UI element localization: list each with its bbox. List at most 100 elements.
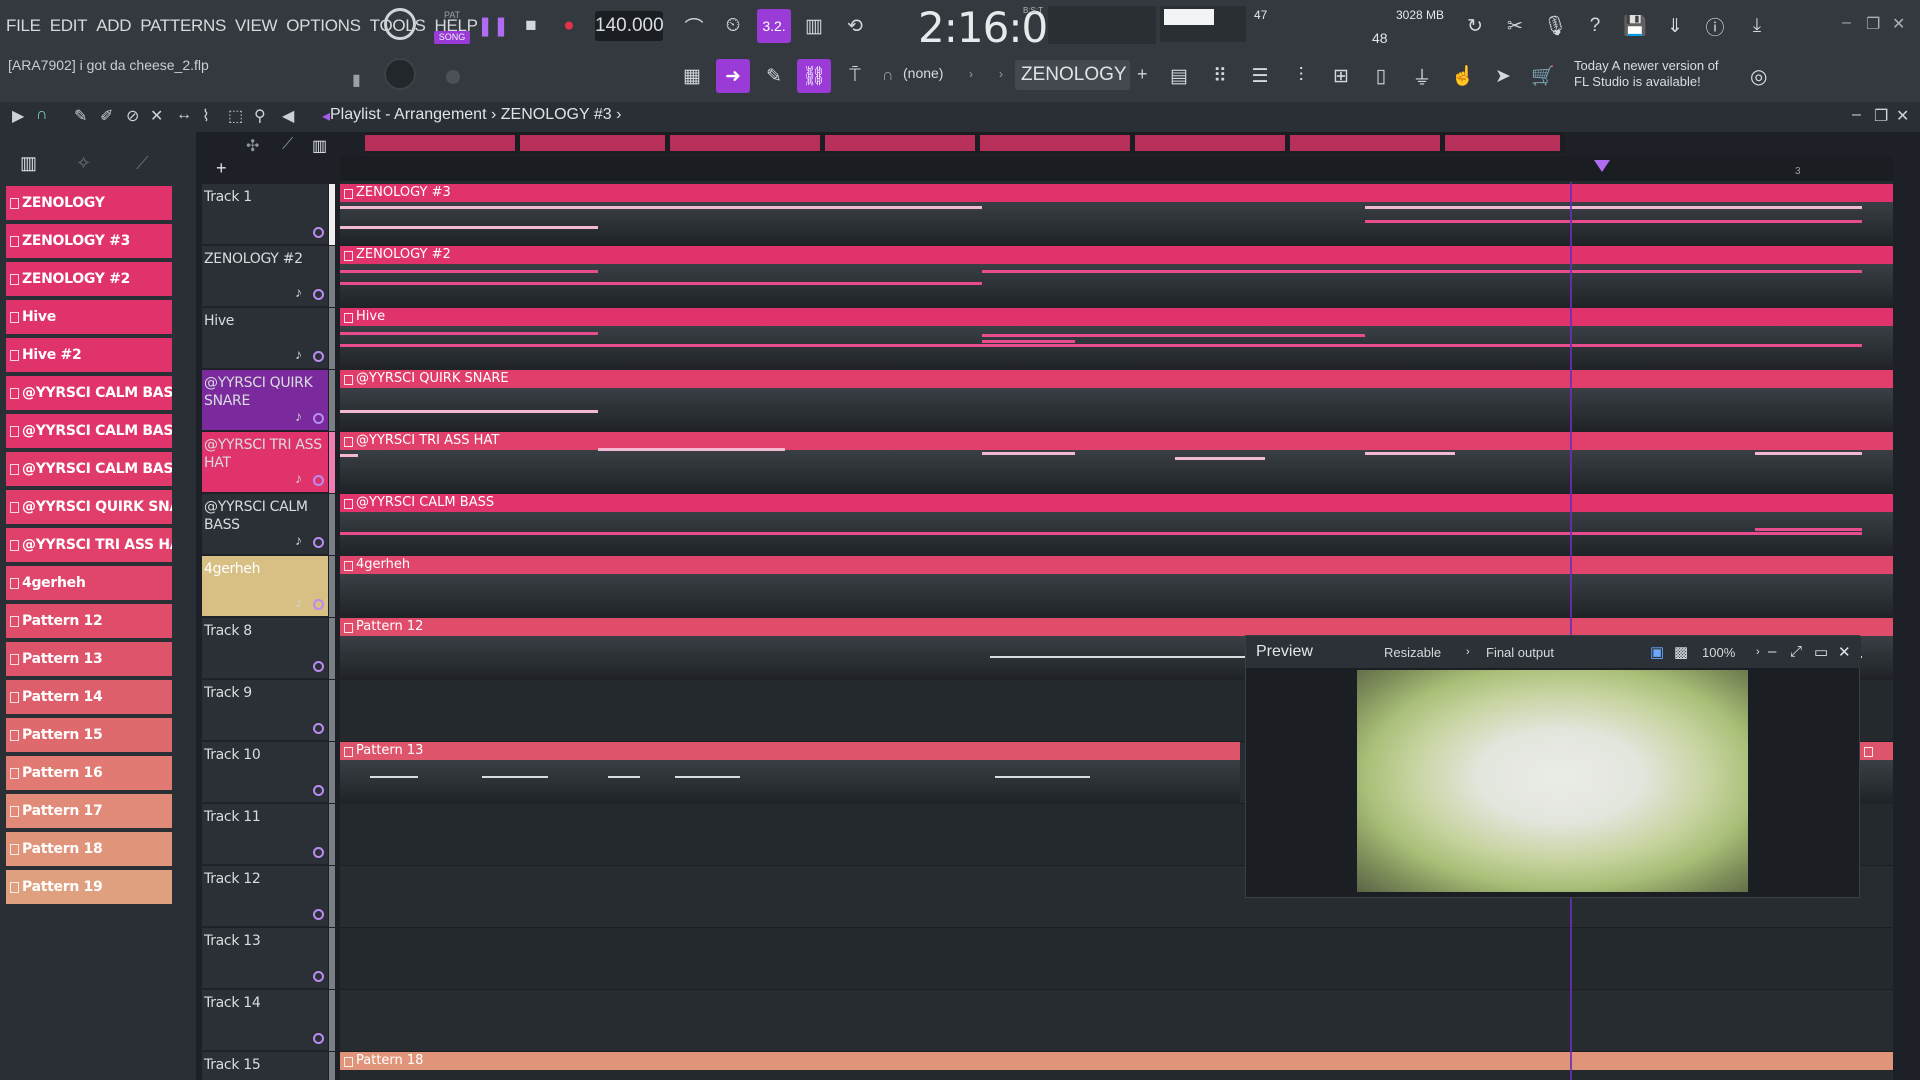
preview-titlebar[interactable]: Preview Resizable › Final output ▣ ▩ 100… [1246, 636, 1861, 668]
channel-rack-button[interactable]: ⠿ [1203, 59, 1237, 93]
menu-file[interactable]: FILE [6, 16, 41, 36]
track-resize-handle[interactable] [329, 804, 335, 865]
master-volume-knob[interactable] [384, 8, 416, 40]
checker-icon[interactable]: ▩ [1674, 643, 1688, 661]
track-header[interactable]: 4gerheh ♪ [202, 556, 335, 617]
picker-item[interactable]: Pattern 19 [6, 870, 172, 904]
shop-button[interactable]: 🛒 [1526, 59, 1560, 93]
close-icon[interactable]: ✕ [1838, 643, 1851, 661]
menu-options[interactable]: OPTIONS [286, 16, 361, 36]
track-header[interactable]: Track 13 [202, 928, 335, 989]
close-icon[interactable]: ✕ [1896, 106, 1909, 126]
picker-item[interactable]: Pattern 13 [6, 642, 172, 676]
close-icon[interactable]: ✕ [1892, 14, 1905, 34]
snap-select[interactable]: (none) [903, 65, 943, 81]
pat-song-toggle[interactable]: PAT SONG [432, 6, 472, 46]
record-button[interactable]: ● [552, 9, 586, 43]
track-resize-handle[interactable] [329, 494, 335, 555]
pattern-clip[interactable]: @YYRSCI QUIRK SNARE [340, 370, 1893, 432]
add-track-icon[interactable]: + [216, 158, 227, 179]
share-button[interactable]: ➤ [1486, 59, 1520, 93]
slip-icon[interactable]: ↔ [176, 106, 192, 124]
pattern-clip[interactable]: ZENOLOGY #2 [340, 246, 1893, 308]
track-lane[interactable]: @YYRSCI TRI ASS HAT [340, 432, 1893, 494]
menu-edit[interactable]: EDIT [50, 16, 88, 36]
news-panel[interactable]: Today A newer version of FL Studio is av… [1574, 58, 1744, 90]
track-resize-handle[interactable] [329, 1052, 335, 1080]
track-resize-handle[interactable] [329, 556, 335, 617]
picker-item[interactable]: @YYRSCI TRI ASS HAT [6, 528, 172, 562]
pin-icon[interactable]: ▮ [352, 70, 361, 90]
stamp-button[interactable]: ⍑ [838, 59, 872, 93]
loop-record-button[interactable]: ⟲ [838, 9, 872, 43]
pattern-clip[interactable]: ZENOLOGY #3 [340, 184, 1893, 246]
picker-item[interactable]: ZENOLOGY #2 [6, 262, 172, 296]
pencil-mode-button[interactable]: ✎ [757, 59, 791, 93]
track-resize-handle[interactable] [329, 184, 335, 245]
mute-indicator-icon[interactable] [313, 599, 324, 610]
preview-mode-select[interactable]: Resizable [1384, 645, 1441, 660]
lock-icon[interactable]: ▣ [1650, 643, 1664, 661]
preview-zoom[interactable]: 100% [1702, 645, 1735, 660]
track-header[interactable]: @YYRSCI TRI ASS HAT ♪ [202, 432, 335, 493]
track-resize-handle[interactable] [329, 246, 335, 307]
help-button[interactable]: ? [1578, 9, 1612, 43]
picker-item[interactable]: @YYRSCI CALM BASS #3 [6, 452, 172, 486]
cut-button[interactable]: ✂ [1498, 9, 1532, 43]
picker-item[interactable]: Hive [6, 300, 172, 334]
speaker-icon[interactable]: ◀ [282, 106, 294, 126]
plugin-button[interactable]: ⏚ [1405, 59, 1439, 93]
master-pitch-knob[interactable] [384, 58, 416, 90]
track-lane[interactable] [340, 928, 1893, 990]
timeline-overview[interactable] [365, 132, 1565, 154]
snap-button[interactable]: ➜ [716, 59, 750, 93]
pattern-clip[interactable]: Hive [340, 308, 1893, 370]
track-lane[interactable]: ZENOLOGY #3 [340, 184, 1893, 246]
mute-indicator-icon[interactable] [313, 785, 324, 796]
menu-patterns[interactable]: PATTERNS [140, 16, 226, 36]
track-header[interactable]: Track 1 [202, 184, 335, 245]
step-edit-button[interactable]: ▥ [797, 9, 831, 43]
restore-icon[interactable]: ❐ [1874, 106, 1888, 126]
mute-indicator-icon[interactable] [313, 661, 324, 672]
info-button[interactable]: ⓘ [1698, 9, 1732, 43]
minimize-icon[interactable]: – [1842, 14, 1851, 32]
automation-view-icon[interactable]: ⟋ [136, 153, 149, 174]
track-resize-handle[interactable] [329, 680, 335, 741]
download-button[interactable]: ⤓ [1740, 9, 1774, 43]
track-header[interactable]: Track 15 [202, 1052, 335, 1080]
stop-button[interactable]: ■ [514, 9, 548, 43]
mixer-button[interactable]: ⫶ [1284, 59, 1318, 93]
tempo-tapper-button[interactable]: ☝ [1446, 59, 1480, 93]
globe-icon[interactable]: ◎ [1750, 64, 1767, 89]
track-header[interactable]: @YYRSCI CALM BASS ♪ [202, 494, 335, 555]
track-header[interactable]: Track 10 [202, 742, 335, 803]
pattern-clip[interactable]: Pattern 13 [340, 742, 1240, 804]
magnet-icon[interactable]: ∩ [882, 67, 894, 85]
playhead-marker[interactable] [1594, 160, 1610, 172]
save-button[interactable]: 💾 [1618, 9, 1652, 43]
picker-item[interactable]: 4gerheh [6, 566, 172, 600]
track-resize-handle[interactable] [329, 866, 335, 927]
track-header[interactable]: ZENOLOGY #2 ♪ [202, 246, 335, 307]
picker-item[interactable]: Pattern 15 [6, 718, 172, 752]
track-resize-handle[interactable] [329, 370, 335, 431]
add-pattern-icon[interactable]: + [1137, 64, 1148, 85]
restore-icon[interactable]: ❐ [1866, 14, 1880, 34]
track-header[interactable]: Track 8 [202, 618, 335, 679]
picker-item[interactable]: Pattern 17 [6, 794, 172, 828]
playlist-button[interactable]: ▦ [675, 59, 709, 93]
reset-button[interactable]: ↻ [1458, 9, 1492, 43]
track-header[interactable]: Track 14 [202, 990, 335, 1051]
picker-item[interactable]: Pattern 16 [6, 756, 172, 790]
track-resize-handle[interactable] [329, 308, 335, 369]
maximize-icon[interactable]: ▭ [1814, 643, 1828, 661]
picker-item[interactable]: ZENOLOGY [6, 186, 172, 220]
preview-output-select[interactable]: Final output [1486, 645, 1554, 660]
picker-item[interactable]: Pattern 12 [6, 604, 172, 638]
mute-indicator-icon[interactable] [313, 413, 324, 424]
mute-indicator-icon[interactable] [313, 475, 324, 486]
track-resize-handle[interactable] [329, 990, 335, 1051]
track-lane[interactable]: 4gerheh [340, 556, 1893, 618]
track-header[interactable]: Hive ♪ [202, 308, 335, 369]
